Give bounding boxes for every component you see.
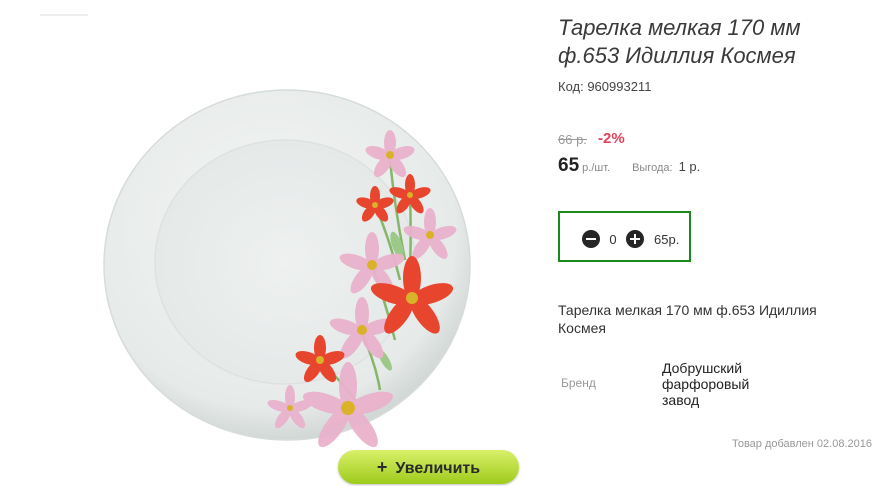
minus-circle-icon[interactable]: [582, 230, 600, 248]
price-unit: р./шт.: [582, 162, 611, 174]
plus-icon: +: [376, 457, 388, 477]
added-date: Товар добавлен 02.08.2016: [731, 438, 872, 450]
brand-label: Бренд: [561, 376, 596, 390]
gallery-thumbnail-line: [40, 14, 88, 16]
product-image[interactable]: [90, 70, 490, 455]
price-line: 65 р./шт. Выгода: 1 р.: [558, 155, 700, 179]
product-title: Тарелка мелкая 170 мм ф.653 Идиллия Косм…: [558, 15, 801, 68]
plate-image: [103, 89, 471, 448]
profit-value: 1 р.: [678, 159, 701, 174]
old-price: 66 р.: [558, 132, 587, 147]
zoom-button-label: Увеличить: [395, 460, 481, 477]
profit-label: Выгода:: [632, 162, 673, 174]
current-price: 65: [558, 155, 580, 176]
quantity-sum: 65р.: [654, 231, 680, 247]
brand-value[interactable]: Добрушский фарфоровый завод: [662, 360, 782, 408]
zoom-button[interactable]: + Увеличить: [338, 450, 519, 484]
quantity-selector: 0 65р.: [558, 211, 691, 262]
product-code: Код: 960993211: [558, 79, 652, 94]
quantity-value[interactable]: 0: [600, 232, 626, 247]
discount-badge: -2%: [598, 130, 625, 147]
product-description: Тарелка мелкая 170 мм ф.653 Идиллия Косм…: [558, 302, 817, 336]
plus-circle-icon[interactable]: [626, 230, 644, 248]
